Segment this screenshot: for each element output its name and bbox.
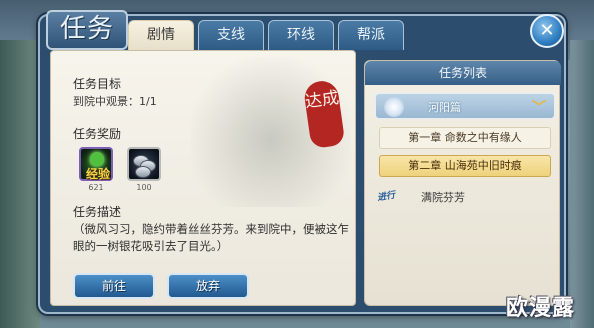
coin-stack-icon [127, 147, 161, 181]
background-foliage [0, 40, 40, 328]
quest-list-title: 任务列表 [365, 61, 561, 85]
tab-side[interactable]: 支线 [198, 20, 264, 50]
goal-progress: 到院中观景：1/1 [73, 95, 157, 108]
flower-icon [384, 97, 404, 117]
desc-heading: 任务描述 [73, 205, 122, 219]
goal-heading: 任务目标 [73, 77, 122, 91]
reward-item-coin[interactable]: 100 [127, 147, 161, 192]
window-title: 任务 [46, 10, 128, 50]
exp-gem-icon [90, 152, 104, 166]
quest-entry[interactable]: 进行 满院芬芳 [377, 187, 553, 207]
chevron-down-icon: ﹀ [532, 100, 546, 116]
background-pillar [570, 40, 594, 328]
chapter-item-2[interactable]: 第二章 山海苑中旧时痕 [379, 155, 551, 177]
quest-detail-panel: 达成 任务目标 到院中观景：1/1 任务奖励 经验 621 100 任务描述 （… [50, 50, 356, 306]
in-progress-badge: 进行 [376, 190, 397, 204]
quest-description: （微风习习，隐约带着丝丝芬芳。来到院中，便被这乍眼的一树银花吸引去了目光。） [73, 222, 349, 253]
coin-amount: 100 [136, 183, 152, 192]
exp-icon: 经验 [79, 147, 113, 181]
tab-loop[interactable]: 环线 [268, 20, 334, 50]
go-button[interactable]: 前往 [73, 273, 155, 299]
exp-label: 经验 [85, 167, 110, 181]
close-icon: ✕ [539, 20, 555, 41]
chapter-group-label: 河阳篇 [428, 101, 461, 114]
tab-story[interactable]: 剧情 [128, 20, 194, 50]
reward-item-exp[interactable]: 经验 621 [79, 147, 113, 192]
exp-amount: 621 [88, 183, 104, 192]
tab-bar: 剧情 支线 环线 帮派 [128, 20, 404, 50]
quest-entry-label: 满院芬芳 [421, 191, 465, 204]
quest-list-panel: 任务列表 河阳篇 ﹀ 第一章 命数之中有缘人 第二章 山海苑中旧时痕 进行 满院… [364, 60, 561, 306]
chapter-item-1[interactable]: 第一章 命数之中有缘人 [379, 127, 551, 149]
abandon-button[interactable]: 放弃 [167, 273, 249, 299]
chapter-group-heyang[interactable]: 河阳篇 ﹀ [375, 93, 555, 119]
tab-guild[interactable]: 帮派 [338, 20, 404, 50]
reward-heading: 任务奖励 [73, 127, 122, 141]
close-button[interactable]: ✕ [530, 14, 564, 48]
coin-disc [135, 166, 151, 178]
watermark: 欧漫露 [506, 296, 576, 321]
